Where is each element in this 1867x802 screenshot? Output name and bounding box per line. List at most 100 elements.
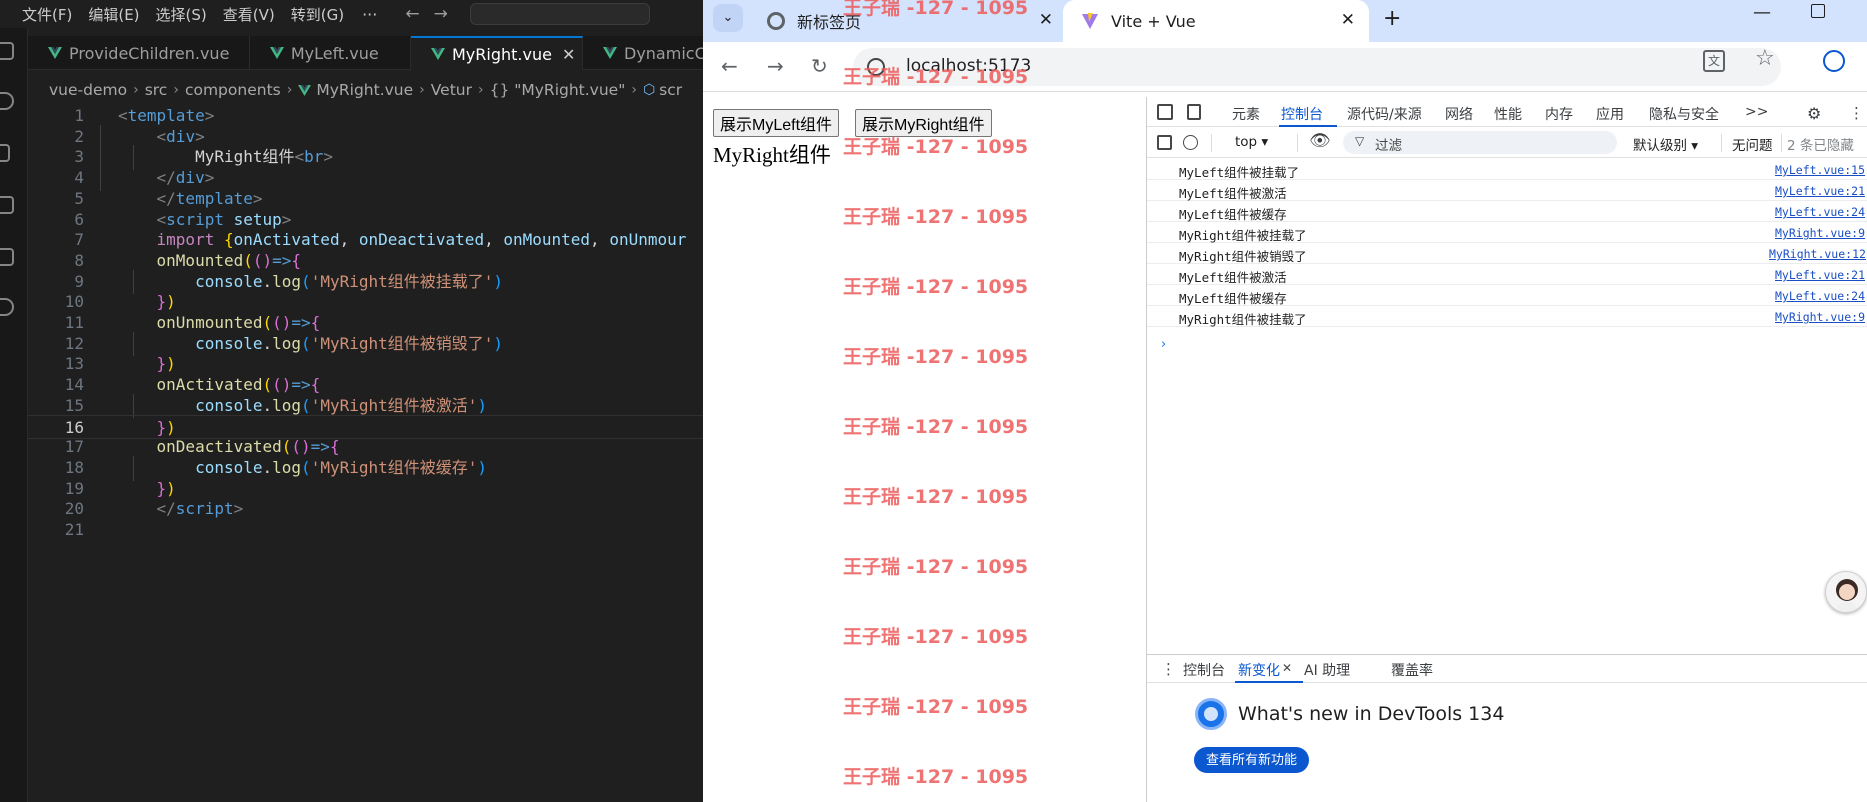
menu-file[interactable]: 文件(F) — [0, 4, 80, 25]
profile-icon[interactable] — [1823, 50, 1845, 72]
drawer-tabbar: ⋮ 控制台 新变化 ✕ AI 助理 覆盖率 — [1147, 655, 1867, 683]
log-source-link[interactable]: MyLeft.vue:24 — [1775, 205, 1865, 219]
log-row: MyRight组件被挂载了 MyRight.vue:9 — [1147, 222, 1867, 243]
code-line: 21 — [28, 518, 703, 543]
tab-sources[interactable]: 源代码/来源 — [1347, 104, 1422, 124]
vscode-window: 文件(F) 编辑(E) 选择(S) 查看(V) 转到(G) ··· ← → Pr… — [0, 0, 703, 802]
log-row: MyRight组件被挂载了 MyRight.vue:9 — [1147, 306, 1867, 327]
back-icon[interactable]: ← — [721, 54, 738, 78]
tab-elements[interactable]: 元素 — [1232, 104, 1260, 124]
command-center-search[interactable] — [469, 3, 650, 25]
clear-console-icon[interactable] — [1183, 135, 1198, 150]
menu-view[interactable]: 查看(V) — [215, 4, 283, 25]
drawer-tab-coverage[interactable]: 覆盖率 — [1391, 660, 1433, 680]
chevron-right-icon: › — [286, 82, 293, 98]
bookmark-star-icon[interactable]: ☆ — [1755, 46, 1775, 71]
tab-application[interactable]: 应用 — [1596, 104, 1624, 124]
browser-tab-vite-vue[interactable]: Vite + Vue ✕ — [1063, 0, 1369, 42]
console-filter-input[interactable]: ▽ 过滤 — [1343, 131, 1617, 154]
menu-edit[interactable]: 编辑(E) — [80, 4, 147, 25]
explorer-icon[interactable] — [0, 42, 14, 60]
close-icon[interactable]: ✕ — [1341, 10, 1355, 30]
console-prompt-chevron-icon[interactable]: › — [1161, 337, 1166, 352]
device-toolbar-icon[interactable] — [1187, 104, 1201, 120]
breadcrumb-item[interactable]: vue-demo — [49, 81, 127, 99]
minimize-icon[interactable]: — — [1753, 2, 1771, 23]
tab-privacy-security[interactable]: 隐私与安全 — [1649, 104, 1719, 124]
address-url[interactable]: localhost:5173 — [906, 56, 1031, 76]
close-icon[interactable]: ✕ — [1039, 10, 1053, 30]
kebab-menu-icon[interactable]: ⋮ — [1849, 104, 1864, 122]
chevron-right-icon: › — [173, 82, 179, 98]
new-tab-icon[interactable]: + — [1383, 6, 1401, 31]
forward-icon[interactable]: → — [767, 54, 784, 78]
tab-myright[interactable]: MyRight.vue ✕ — [411, 36, 583, 70]
log-message: MyLeft组件被缓存 — [1179, 207, 1287, 222]
tab-label: MyRight.vue — [452, 44, 552, 64]
tab-dynamic[interactable]: DynamicC — [583, 36, 703, 70]
log-source-link[interactable]: MyRight.vue:9 — [1775, 226, 1865, 240]
menu-go[interactable]: 转到(G) — [283, 4, 352, 25]
live-expression-eye-icon[interactable]: 👁 — [1309, 131, 1331, 151]
vue-logo-icon — [269, 47, 284, 59]
code-editor[interactable]: 1 <template> 2 <div> 3 MyRight组件<br> 4 </… — [28, 104, 703, 802]
tab-memory[interactable]: 内存 — [1545, 104, 1573, 124]
settings-gear-icon[interactable]: ⚙ — [1807, 104, 1821, 123]
breadcrumb-item[interactable]: MyRight.vue — [316, 81, 413, 99]
breadcrumb-item[interactable]: components — [185, 81, 281, 99]
tab-performance[interactable]: 性能 — [1494, 104, 1522, 124]
devtools-tabbar: 元素 控制台 源代码/来源 网络 性能 内存 应用 隐私与安全 >> ⚙ ⋮ — [1147, 97, 1867, 127]
show-myright-button[interactable]: 展示MyRight组件 — [855, 109, 992, 137]
more-tabs-icon[interactable]: >> — [1745, 104, 1768, 120]
log-message: MyRight组件被挂载了 — [1179, 228, 1307, 243]
log-levels-dropdown[interactable]: 默认级别 ▾ — [1633, 134, 1698, 154]
nav-forward-icon[interactable]: → — [434, 4, 448, 24]
breadcrumb-item[interactable]: src — [145, 81, 168, 99]
log-source-link[interactable]: MyRight.vue:12 — [1769, 247, 1866, 261]
filter-icon: ▽ — [1355, 134, 1365, 148]
drawer-tab-console[interactable]: 控制台 — [1183, 660, 1225, 680]
nav-back-icon[interactable]: ← — [405, 4, 419, 24]
search-icon[interactable] — [0, 92, 14, 110]
menu-more-icon[interactable]: ··· — [362, 5, 377, 24]
page-viewport: 展示MyLeft组件 展示MyRight组件 MyRight组件 — [703, 97, 1146, 802]
drawer-tab-ai-assistant[interactable]: AI 助理 — [1304, 660, 1350, 680]
log-source-link[interactable]: MyLeft.vue:24 — [1775, 289, 1865, 303]
translate-icon[interactable]: 文 — [1703, 50, 1725, 72]
maximize-icon[interactable] — [1811, 4, 1825, 18]
context-selector[interactable]: top ▾ — [1235, 134, 1268, 150]
run-debug-icon[interactable] — [0, 196, 14, 214]
log-message: MyRight组件被销毁了 — [1179, 249, 1307, 264]
close-icon[interactable]: ✕ — [1282, 661, 1292, 675]
sidebar-toggle-icon[interactable] — [1157, 135, 1172, 150]
see-all-features-button[interactable]: 查看所有新功能 — [1194, 747, 1310, 773]
close-icon[interactable]: ✕ — [562, 45, 575, 64]
log-source-link[interactable]: MyLeft.vue:21 — [1775, 268, 1865, 282]
devtools-drawer: ⋮ 控制台 新变化 ✕ AI 助理 覆盖率 What's new in DevT… — [1147, 654, 1867, 802]
floating-assistant-avatar[interactable] — [1825, 571, 1867, 613]
browser-tab-newtab[interactable]: 新标签页 ✕ — [755, 0, 1067, 42]
inspect-element-icon[interactable] — [1157, 104, 1173, 120]
extensions-icon[interactable] — [0, 248, 14, 266]
breadcrumb-item[interactable]: Vetur — [431, 81, 472, 99]
reload-icon[interactable]: ↻ — [811, 54, 828, 78]
source-control-icon[interactable] — [0, 144, 10, 162]
drawer-menu-icon[interactable]: ⋮ — [1161, 660, 1176, 678]
breadcrumb-item[interactable]: {} "MyRight.vue" — [490, 81, 626, 99]
breadcrumb-item[interactable]: scr — [659, 81, 682, 99]
log-source-link[interactable]: MyLeft.vue:21 — [1775, 184, 1865, 198]
tab-myleft[interactable]: MyLeft.vue — [250, 36, 411, 70]
tab-search-icon[interactable]: ⌄ — [713, 4, 743, 32]
remote-explorer-icon[interactable] — [0, 298, 14, 316]
tab-console[interactable]: 控制台 — [1281, 104, 1323, 124]
site-info-icon[interactable] — [867, 58, 885, 76]
log-source-link[interactable]: MyRight.vue:9 — [1775, 310, 1865, 324]
log-source-link[interactable]: MyLeft.vue:15 — [1775, 163, 1865, 177]
show-myleft-button[interactable]: 展示MyLeft组件 — [713, 109, 840, 137]
issues-counter[interactable]: 无问题 — [1732, 134, 1773, 154]
drawer-tab-whats-new[interactable]: 新变化 — [1238, 660, 1280, 680]
menu-selection[interactable]: 选择(S) — [148, 4, 215, 25]
address-bar[interactable]: localhost:5173 — [853, 48, 1781, 86]
tab-network[interactable]: 网络 — [1445, 104, 1473, 124]
tab-provide-children[interactable]: ProvideChildren.vue — [28, 36, 250, 70]
